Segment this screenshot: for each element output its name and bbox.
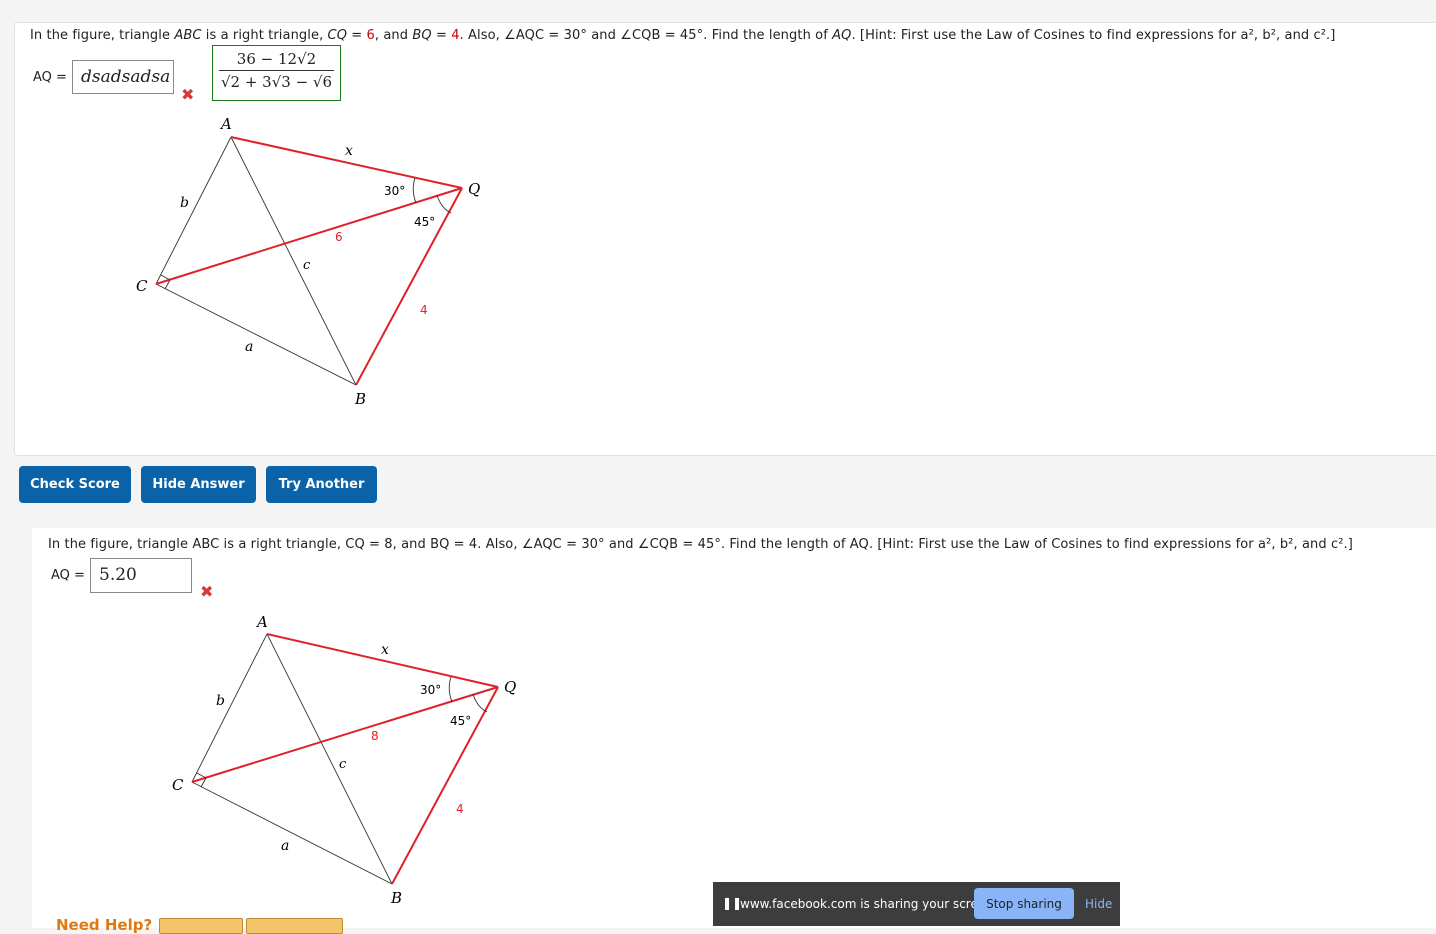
vertex-q: Q <box>468 180 480 198</box>
try-another-button[interactable]: Try Another <box>266 466 377 503</box>
hide-link[interactable]: Hide <box>1085 897 1112 911</box>
label-cq-value-2: 8 <box>371 729 379 743</box>
vertex-b: B <box>354 390 366 408</box>
angle-30-arc-2 <box>448 676 453 703</box>
label-a-2: a <box>281 838 289 854</box>
figure-1: A C B Q b a c x 6 4 30° 45° <box>136 115 480 408</box>
vertex-c: C <box>136 277 148 295</box>
label-x-2: x <box>381 642 389 658</box>
label-angle-30: 30° <box>384 184 405 198</box>
segment-bq-2 <box>391 686 499 885</box>
label-b-2: b <box>216 693 225 709</box>
share-message: www.facebook.com is sharing your screen. <box>740 897 997 911</box>
hide-answer-button[interactable]: Hide Answer <box>141 466 256 503</box>
answer-input-2[interactable]: 5.20 <box>90 558 192 593</box>
side-b-2 <box>191 633 268 783</box>
figure-2: A C B Q b a c x 8 4 30° 45° <box>172 613 516 907</box>
read-it-button[interactable] <box>159 918 243 934</box>
segment-bq <box>355 187 463 386</box>
label-angle-45: 45° <box>414 215 435 229</box>
vertex-a-2: A <box>255 613 268 631</box>
side-a-2 <box>191 781 393 885</box>
label-c: c <box>303 258 311 273</box>
vertex-c-2: C <box>172 776 184 794</box>
label-cq-value: 6 <box>335 230 343 244</box>
incorrect-icon-2: ✖ <box>200 582 214 601</box>
label-x: x <box>345 143 353 159</box>
talk-to-tutor-button[interactable] <box>246 918 343 934</box>
answer-label-2: AQ = <box>51 568 85 583</box>
screen-share-bar: ❚❚ www.facebook.com is sharing your scre… <box>713 882 1120 926</box>
label-angle-45-2: 45° <box>450 714 471 728</box>
check-score-button[interactable]: Check Score <box>19 466 131 503</box>
label-a: a <box>245 339 253 355</box>
label-c-2: c <box>339 757 347 772</box>
need-help-heading: Need Help? <box>56 916 153 934</box>
side-a <box>155 283 357 386</box>
problem-2-question: In the figure, triangle ABC is a right t… <box>48 537 1353 552</box>
side-b <box>155 136 232 285</box>
angle-30-arc <box>412 177 417 204</box>
vertex-a: A <box>219 115 232 133</box>
label-bq-value-2: 4 <box>456 802 464 816</box>
label-bq-value: 4 <box>420 303 428 317</box>
vertex-b-2: B <box>390 889 402 907</box>
label-b: b <box>180 195 189 211</box>
vertex-q-2: Q <box>504 678 516 696</box>
label-angle-30-2: 30° <box>420 683 441 697</box>
stop-sharing-button[interactable]: Stop sharing <box>974 888 1074 919</box>
